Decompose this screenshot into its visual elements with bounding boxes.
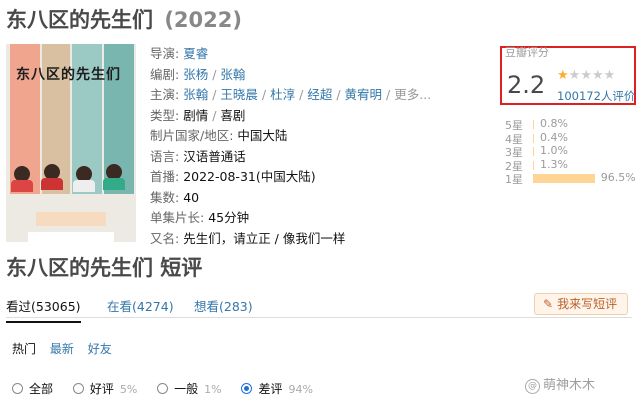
- cast-link[interactable]: 经超: [307, 87, 332, 102]
- rating-row-percent: 96.5%: [600, 171, 636, 184]
- filter-positive[interactable]: 好评 5%: [72, 380, 137, 397]
- star-empty-icon: ★: [591, 68, 604, 83]
- info-director: 导演: 夏睿: [150, 46, 209, 61]
- filter-negative[interactable]: 差评 94%: [241, 380, 313, 397]
- info-country: 制片国家/地区: 中国大陆: [150, 128, 288, 143]
- poster-title: 东八区的先生们: [16, 67, 121, 83]
- star-empty-icon: ★: [580, 68, 592, 83]
- info-runtime: 单集片长: 45分钟: [150, 210, 250, 225]
- title-name: 东八区的先生们: [6, 8, 153, 32]
- info-aka: 又名: 先生们，请立正 / 像我们一样: [150, 230, 346, 246]
- rating-row-percent: 0.4%: [540, 130, 568, 144]
- rating-bar: [533, 133, 534, 143]
- filter-neutral[interactable]: 一般 1%: [157, 380, 222, 397]
- star-empty-icon: ★: [568, 68, 581, 83]
- rating-stars: ★★★★★: [557, 68, 615, 83]
- rating-bar: [533, 147, 534, 156]
- rating-bar: [533, 160, 534, 170]
- info-writer: 编剧: 张杨 / 张翰: [150, 66, 246, 82]
- rating-row-label: 1星: [505, 173, 523, 186]
- cast-more-link[interactable]: 更多...: [394, 87, 431, 102]
- writer-link[interactable]: 张翰: [220, 67, 245, 82]
- rating-row-percent: 1.3%: [540, 157, 568, 171]
- cast-link[interactable]: 王晓晨: [220, 87, 258, 102]
- radio-icon[interactable]: [72, 383, 84, 394]
- info-genre: 类型: 剧情 / 喜剧: [150, 107, 246, 123]
- writer-link[interactable]: 张杨: [183, 67, 208, 82]
- rating-row-percent: 0.8%: [540, 117, 568, 130]
- poster-image[interactable]: 东八区的先生们: [6, 44, 136, 242]
- write-review-button[interactable]: ✎ 我来写短评: [534, 293, 628, 315]
- sort-latest[interactable]: 最新: [50, 342, 74, 356]
- tab-watched[interactable]: 看过(53065): [6, 296, 81, 323]
- rating-bar: [533, 174, 595, 183]
- watermark-icon: @: [525, 379, 540, 394]
- info-air-date: 首播: 2022-08-31(中国大陆): [150, 169, 316, 184]
- radio-icon[interactable]: [157, 383, 169, 394]
- title-year: (2022): [164, 8, 242, 32]
- cast-link[interactable]: 黄宥明: [345, 87, 383, 102]
- filter-all[interactable]: 全部: [12, 380, 53, 397]
- sort-hot[interactable]: 热门: [12, 342, 36, 356]
- star-filled-icon: ★: [557, 68, 569, 83]
- movie-info: 导演: 夏睿 编剧: 张杨 / 张翰 主演: 张翰 / 王晓晨 / 杜淳 / 经…: [150, 44, 431, 249]
- rating-count-link[interactable]: 100172人评价: [557, 88, 635, 104]
- info-episodes: 集数: 40: [150, 189, 200, 205]
- sort-options: 热门 最新 好友: [12, 340, 122, 357]
- radio-selected-icon[interactable]: [241, 383, 253, 394]
- pencil-icon: ✎: [543, 297, 554, 311]
- cast-link[interactable]: 杜淳: [270, 87, 295, 102]
- watermark: @ 萌神木木: [525, 374, 595, 394]
- page-title: 东八区的先生们 (2022): [6, 4, 242, 34]
- sort-friends[interactable]: 好友: [88, 342, 112, 356]
- rating-label: 豆瓣评分: [505, 46, 549, 59]
- review-filters: 全部 好评 5% 一般 1% 差评 94%: [12, 380, 329, 397]
- tab-wish[interactable]: 想看(283): [194, 296, 253, 315]
- tab-watching[interactable]: 在看(4274): [107, 296, 174, 315]
- rating-box: 豆瓣评分 2.2 ★★★★★ 100172人评价: [500, 46, 636, 105]
- rating-row-percent: 1.0%: [540, 144, 568, 157]
- star-empty-icon: ★: [603, 68, 616, 83]
- info-language: 语言: 汉语普通话: [150, 148, 246, 164]
- section-title: 东八区的先生们 短评: [6, 256, 203, 280]
- radio-icon[interactable]: [12, 383, 23, 394]
- director-link[interactable]: 夏睿: [183, 46, 208, 61]
- rating-score: 2.2: [507, 71, 546, 99]
- cast-link[interactable]: 张翰: [183, 87, 208, 102]
- info-cast: 主演: 张翰 / 王晓晨 / 杜淳 / 经超 / 黄宥明 / 更多...: [150, 87, 432, 102]
- rating-bar: [533, 120, 534, 129]
